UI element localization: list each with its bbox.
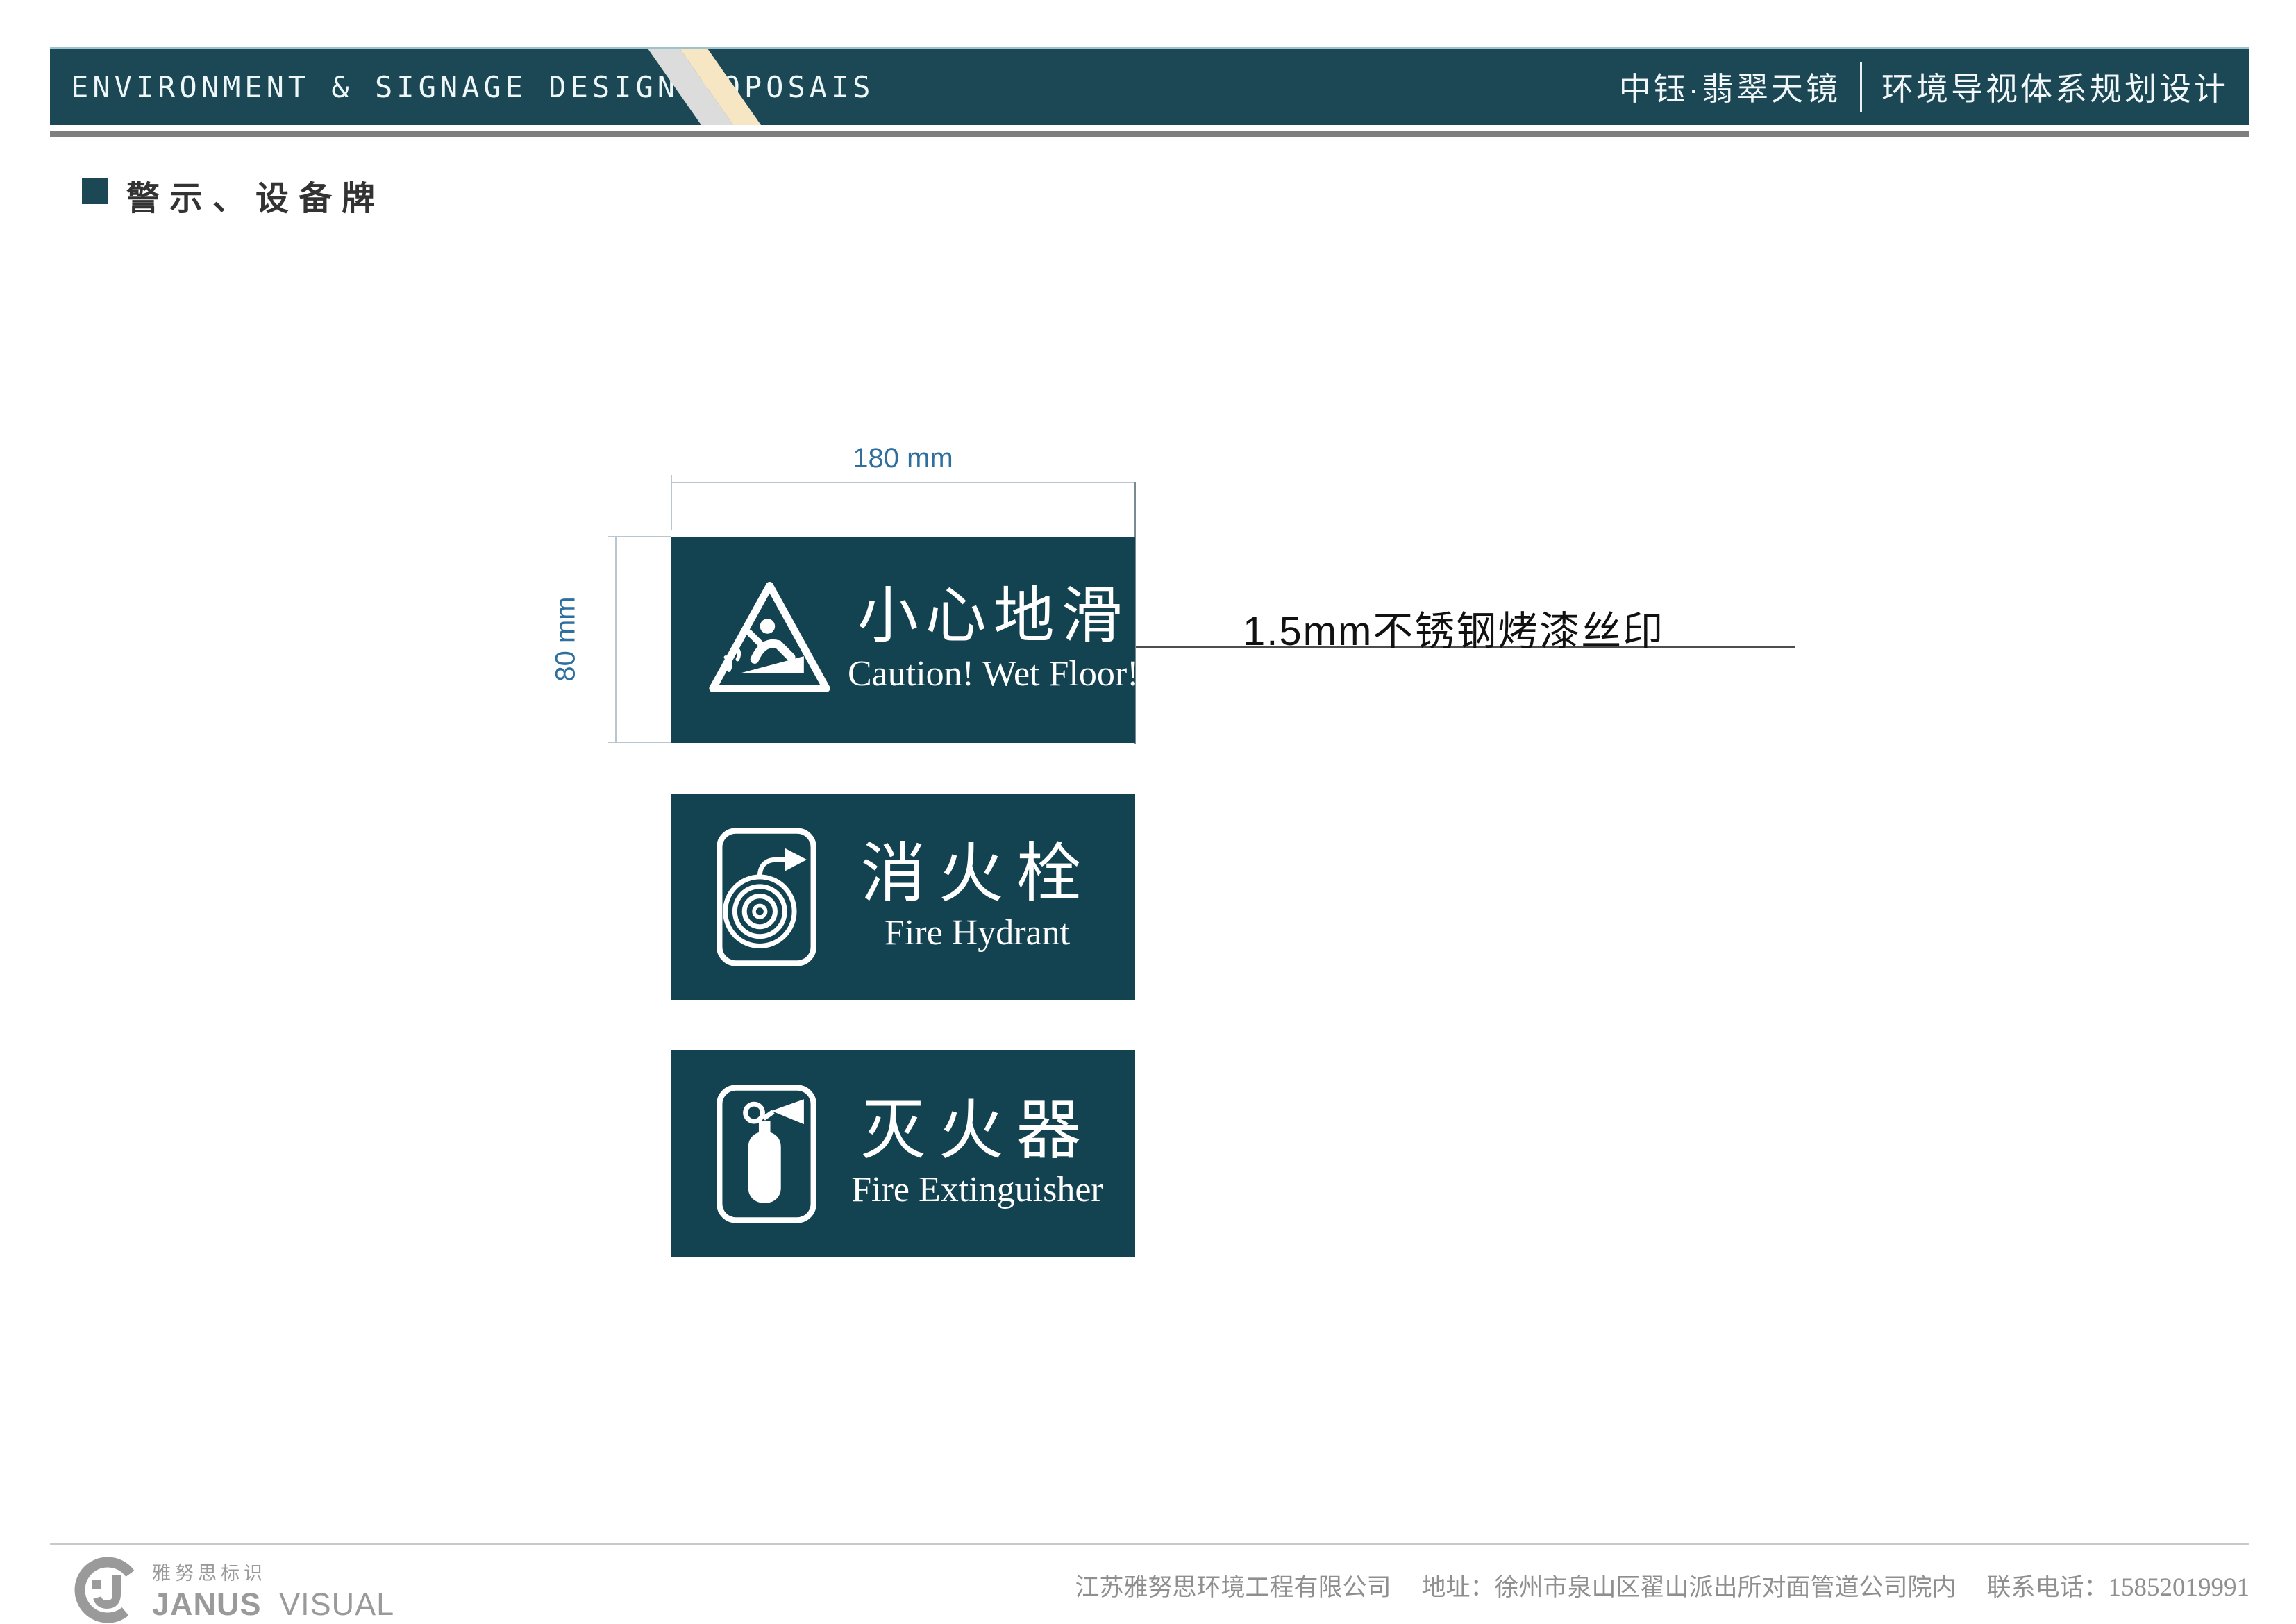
fire-extinguisher-icon [717, 1085, 816, 1223]
height-dimension-tick-bottom [608, 742, 671, 743]
material-note: 1.5mm不锈钢烤漆丝印 [1243, 609, 1665, 654]
sign-label-en: Caution! Wet Floor! [848, 654, 1139, 694]
footer-logo: 雅努思标识 JANUS VISUAL [73, 1555, 394, 1624]
sign-text-column: 消火栓 Fire Hydrant [819, 837, 1135, 954]
section-bullet-square [82, 178, 108, 204]
section-title: 警示、设备牌 [126, 181, 385, 217]
sign-wet-floor: 小心地滑 Caution! Wet Floor! [671, 537, 1139, 743]
sign-label-en: Fire Extinguisher [851, 1170, 1103, 1210]
company-address: 地址：徐州市泉山区翟山派出所对面管道公司院内 [1421, 1574, 1956, 1601]
header-vertical-divider [1860, 62, 1862, 112]
section-title-block: 警示、设备牌 [82, 171, 385, 219]
logo-en-light: VISUAL [279, 1586, 395, 1622]
sign-fire-extinguisher: 灭火器 Fire Extinguisher [671, 1050, 1135, 1257]
sign-label-zh: 小心地滑 [857, 583, 1130, 651]
header-project-block: 中钰·翡翠天镜 环境导视体系规划设计 [1619, 49, 2229, 125]
logo-text-block: 雅努思标识 JANUS VISUAL [152, 1558, 394, 1623]
sign-fire-hydrant: 消火栓 Fire Hydrant [671, 794, 1135, 1000]
header-underline [50, 131, 2249, 137]
fire-hydrant-icon [717, 828, 816, 966]
sign-text-column: 小心地滑 Caution! Wet Floor! [834, 585, 1153, 694]
footer-divider [50, 1543, 2249, 1545]
header-bar: ENVIRONMENT & SIGNAGE DESIGNPROPOSAIS 中钰… [50, 47, 2249, 125]
footer-company-info: 江苏雅努思环境工程有限公司 地址：徐州市泉山区翟山派出所对面管道公司院内 联系电… [1075, 1568, 2249, 1603]
phone-number: 15852019991 [2108, 1573, 2250, 1602]
height-dimension-label: 80 mm [550, 596, 581, 682]
wet-floor-warning-icon [709, 581, 830, 692]
width-dimension-label: 180 mm [853, 443, 953, 474]
height-dimension-line [615, 537, 617, 743]
logo-en-label: JANUS VISUAL [152, 1587, 394, 1623]
sign-text-column: 灭火器 Fire Extinguisher [819, 1094, 1135, 1211]
height-dimension-tick-top [608, 536, 671, 537]
phone-label: 联系电话： [1986, 1574, 2109, 1601]
header-title: ENVIRONMENT & SIGNAGE DESIGNPROPOSAIS [71, 69, 875, 104]
sign-label-en: Fire Hydrant [884, 913, 1071, 953]
width-dimension-ext-left [671, 475, 672, 530]
design-proposal-page: ENVIRONMENT & SIGNAGE DESIGNPROPOSAIS 中钰… [0, 0, 2296, 1624]
company-name: 江苏雅努思环境工程有限公司 [1075, 1574, 1391, 1601]
logo-zh-label: 雅努思标识 [152, 1562, 267, 1584]
width-dimension-line [671, 482, 1136, 483]
sign-label-zh: 灭火器 [860, 1094, 1094, 1167]
janus-logo-icon [74, 1557, 141, 1623]
sign-label-zh: 消火栓 [860, 837, 1094, 910]
project-name: 中钰·翡翠天镜 [1618, 71, 1841, 107]
logo-en-bold: JANUS [152, 1586, 262, 1622]
document-title: 环境导视体系规划设计 [1882, 71, 2229, 107]
